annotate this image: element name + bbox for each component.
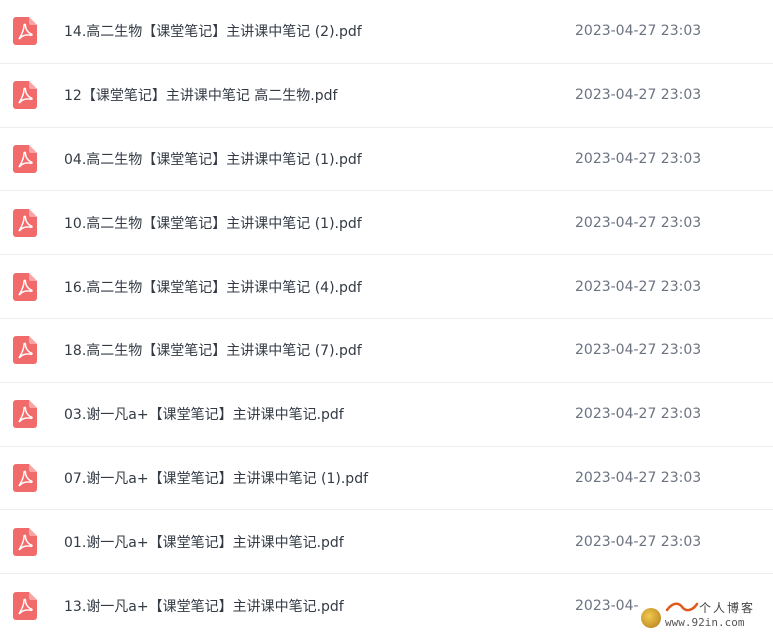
file-name[interactable]: 07.谢一凡a+【课堂笔记】主讲课中笔记 (1).pdf: [64, 468, 368, 488]
file-name[interactable]: 10.高二生物【课堂笔记】主讲课中笔记 (1).pdf: [64, 213, 362, 233]
file-row[interactable]: 18.高二生物【课堂笔记】主讲课中笔记 (7).pdf 2023-04-27 2…: [0, 319, 773, 383]
pdf-icon: [13, 208, 37, 237]
file-date: 2023-04-27 23:03: [575, 406, 702, 423]
file-row[interactable]: 10.高二生物【课堂笔记】主讲课中笔记 (1).pdf 2023-04-27 2…: [0, 191, 773, 256]
file-list: 14.高二生物【课堂笔记】主讲课中笔记 (2).pdf 2023-04-27 2…: [0, 0, 773, 638]
watermark: 个人博客 www.92in.com: [639, 596, 769, 636]
pdf-icon: [13, 527, 37, 556]
file-date: 2023-04-27 23:03: [575, 150, 702, 167]
file-name[interactable]: 16.高二生物【课堂笔记】主讲课中笔记 (4).pdf: [64, 277, 362, 297]
file-date: 2023-04-27 23:03: [575, 23, 702, 40]
watermark-avatar-icon: [641, 608, 661, 628]
file-name[interactable]: 04.高二生物【课堂笔记】主讲课中笔记 (1).pdf: [64, 149, 362, 169]
file-name[interactable]: 01.谢一凡a+【课堂笔记】主讲课中笔记.pdf: [64, 532, 344, 552]
file-name[interactable]: 14.高二生物【课堂笔记】主讲课中笔记 (2).pdf: [64, 21, 362, 41]
file-date: 2023-04-27 23:03: [575, 278, 702, 295]
file-row[interactable]: 07.谢一凡a+【课堂笔记】主讲课中笔记 (1).pdf 2023-04-27 …: [0, 447, 773, 511]
file-name[interactable]: 03.谢一凡a+【课堂笔记】主讲课中笔记.pdf: [64, 404, 344, 424]
file-date: 2023-04-27 23:03: [575, 469, 702, 486]
file-name[interactable]: 12【课堂笔记】主讲课中笔记 高二生物.pdf: [64, 85, 337, 105]
pdf-icon: [13, 592, 37, 621]
file-date: 2023-04-27 23:03: [575, 342, 702, 359]
file-row[interactable]: 03.谢一凡a+【课堂笔记】主讲课中笔记.pdf 2023-04-27 23:0…: [0, 383, 773, 447]
pdf-icon: [13, 17, 37, 46]
pdf-icon: [13, 81, 37, 110]
pdf-icon: [13, 144, 37, 173]
file-date: 2023-04-27 23:03: [575, 533, 702, 550]
file-row[interactable]: 04.高二生物【课堂笔记】主讲课中笔记 (1).pdf 2023-04-27 2…: [0, 128, 773, 192]
pdf-icon: [13, 400, 37, 429]
pdf-icon: [13, 272, 37, 301]
file-row[interactable]: 16.高二生物【课堂笔记】主讲课中笔记 (4).pdf 2023-04-27 2…: [0, 255, 773, 319]
file-date: 2023-04-27 23:03: [575, 87, 702, 104]
pdf-icon: [13, 336, 37, 365]
watermark-title: 个人博客: [699, 601, 756, 615]
file-row[interactable]: 01.谢一凡a+【课堂笔记】主讲课中笔记.pdf 2023-04-27 23:0…: [0, 510, 773, 575]
pdf-icon: [13, 463, 37, 492]
file-row[interactable]: 14.高二生物【课堂笔记】主讲课中笔记 (2).pdf 2023-04-27 2…: [0, 0, 773, 64]
watermark-url: www.92in.com: [665, 616, 745, 629]
watermark-swoosh-icon: [665, 602, 699, 612]
file-date: 2023-04-27 23:03: [575, 214, 702, 231]
file-name[interactable]: 18.高二生物【课堂笔记】主讲课中笔记 (7).pdf: [64, 340, 362, 360]
file-row[interactable]: 12【课堂笔记】主讲课中笔记 高二生物.pdf 2023-04-27 23:03: [0, 64, 773, 128]
file-name[interactable]: 13.谢一凡a+【课堂笔记】主讲课中笔记.pdf: [64, 596, 344, 616]
